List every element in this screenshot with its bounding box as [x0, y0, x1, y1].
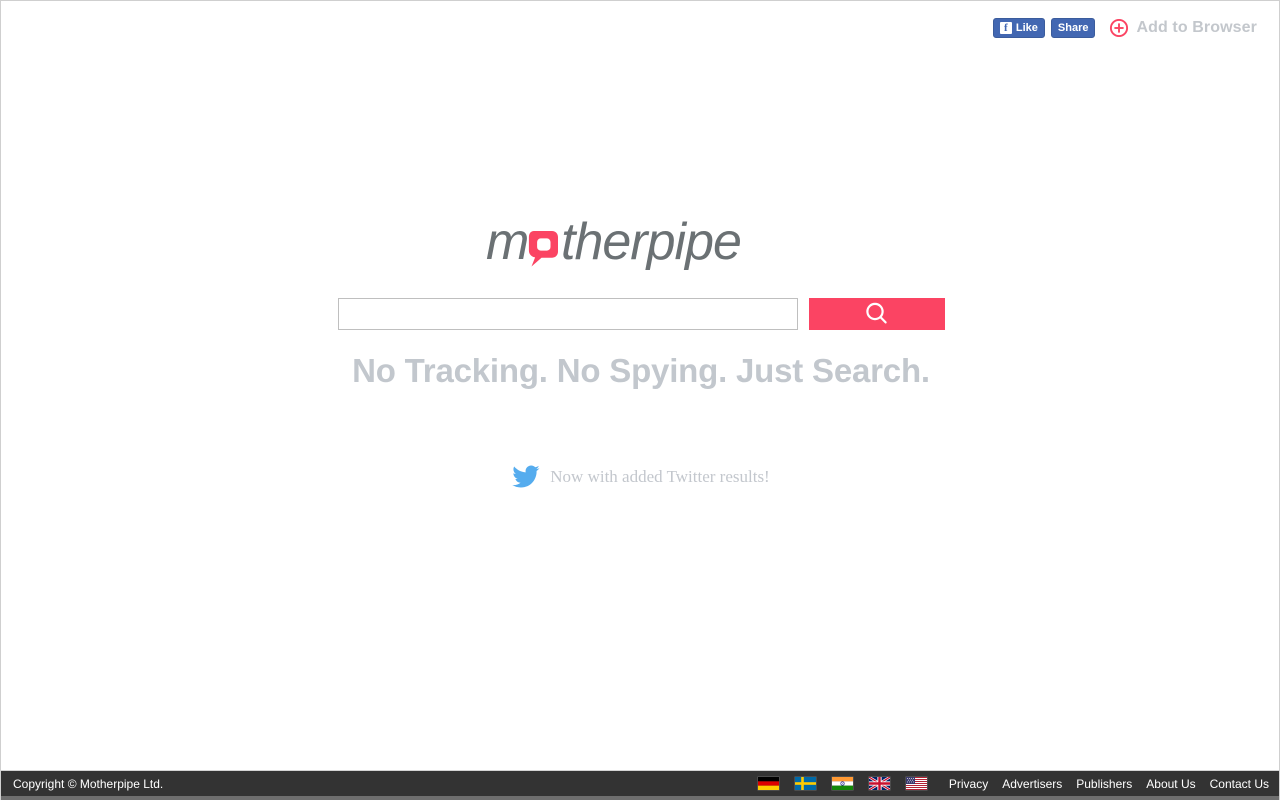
- flag-sweden-icon[interactable]: [794, 777, 816, 790]
- svg-text:therpipe: therpipe: [561, 215, 741, 271]
- footer-link-advertisers[interactable]: Advertisers: [1002, 777, 1062, 791]
- copyright-text: Copyright © Motherpipe Ltd.: [13, 776, 164, 791]
- svg-text:m: m: [486, 215, 528, 271]
- footer-link-about-us[interactable]: About Us: [1146, 777, 1195, 791]
- twitter-bird-icon: [512, 465, 540, 488]
- search-row: [337, 298, 945, 330]
- motherpipe-logo-icon: m therpipe: [486, 215, 742, 271]
- search-input[interactable]: [337, 298, 798, 330]
- page-frame: f Like Share Add to Browser m therpipe N…: [0, 0, 1280, 800]
- site-logo[interactable]: m therpipe: [486, 214, 796, 276]
- footer-right: Privacy Advertisers Publishers About Us …: [757, 777, 1269, 791]
- flag-germany-icon[interactable]: [757, 777, 779, 790]
- search-icon: [865, 302, 887, 324]
- twitter-results-text: Now with added Twitter results!: [550, 467, 770, 486]
- search-button[interactable]: [808, 298, 945, 330]
- language-flag-list: [757, 777, 927, 790]
- footer-link-privacy[interactable]: Privacy: [949, 777, 988, 791]
- flag-uk-icon[interactable]: [868, 777, 890, 790]
- footer-link-publishers[interactable]: Publishers: [1076, 777, 1132, 791]
- flag-usa-icon[interactable]: [905, 777, 927, 790]
- main-content: m therpipe No Tracking. No Spying. Just …: [1, 1, 1279, 771]
- footer-links: Privacy Advertisers Publishers About Us …: [949, 777, 1269, 791]
- tagline: No Tracking. No Spying. Just Search.: [352, 352, 930, 389]
- twitter-results-note: Now with added Twitter results!: [512, 465, 770, 489]
- footer: Copyright © Motherpipe Ltd. Privacy Adve…: [1, 770, 1279, 800]
- flag-india-icon[interactable]: [831, 777, 853, 790]
- footer-link-contact-us[interactable]: Contact Us: [1210, 777, 1269, 791]
